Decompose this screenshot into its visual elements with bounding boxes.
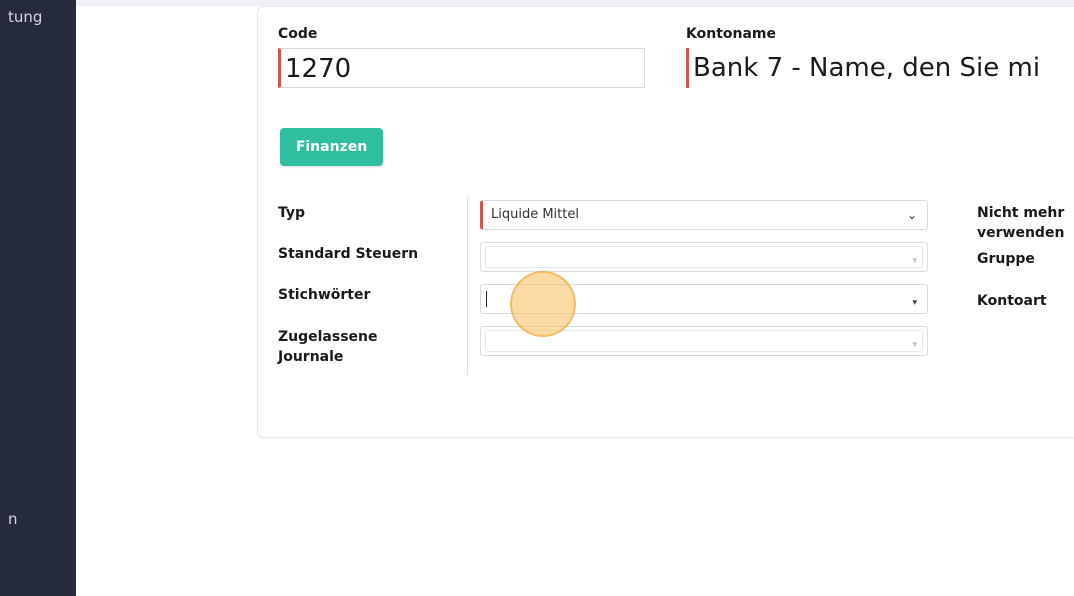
account-type-label: Kontoart [977, 293, 1047, 309]
deprecated-label: Nicht mehr verwenden [977, 205, 1065, 241]
account-name-field[interactable]: Bank 7 - Name, den Sie mi [686, 48, 1074, 88]
default-taxes-select[interactable]: ▾ [480, 242, 928, 272]
keywords-label: Stichwörter [278, 287, 371, 303]
app-window: tung n Code 1270 Kontoname Bank 7 - Name… [0, 0, 1074, 596]
text-cursor [486, 291, 487, 307]
type-label: Typ [278, 205, 306, 221]
type-select[interactable]: Liquide Mittel ⌄ [480, 200, 928, 230]
chevron-down-icon: ⌄ [906, 208, 917, 222]
sidebar: tung n [0, 0, 76, 596]
caret-down-icon: ▾ [912, 340, 917, 350]
account-form-card: Code 1270 Kontoname Bank 7 - Name, den S… [257, 6, 1074, 438]
caret-down-icon: ▾ [912, 298, 917, 308]
default-taxes-label: Standard Steuern [278, 246, 419, 262]
caret-down-icon: ▾ [912, 256, 917, 266]
finanzen-tag-button[interactable]: Finanzen [280, 128, 383, 166]
sidebar-item-fragment-bottom[interactable]: n [8, 510, 18, 528]
type-select-value: Liquide Mittel [491, 207, 579, 222]
sidebar-item-fragment-top[interactable]: tung [8, 8, 42, 26]
default-taxes-input[interactable] [485, 246, 923, 268]
account-name-label: Kontoname [686, 26, 776, 42]
code-field[interactable]: 1270 [278, 48, 645, 88]
group-label: Gruppe [977, 251, 1035, 267]
column-divider [467, 197, 468, 375]
code-label: Code [278, 26, 318, 42]
click-indicator [510, 271, 576, 337]
allowed-journals-label: Zugelassene Journale [278, 329, 378, 365]
